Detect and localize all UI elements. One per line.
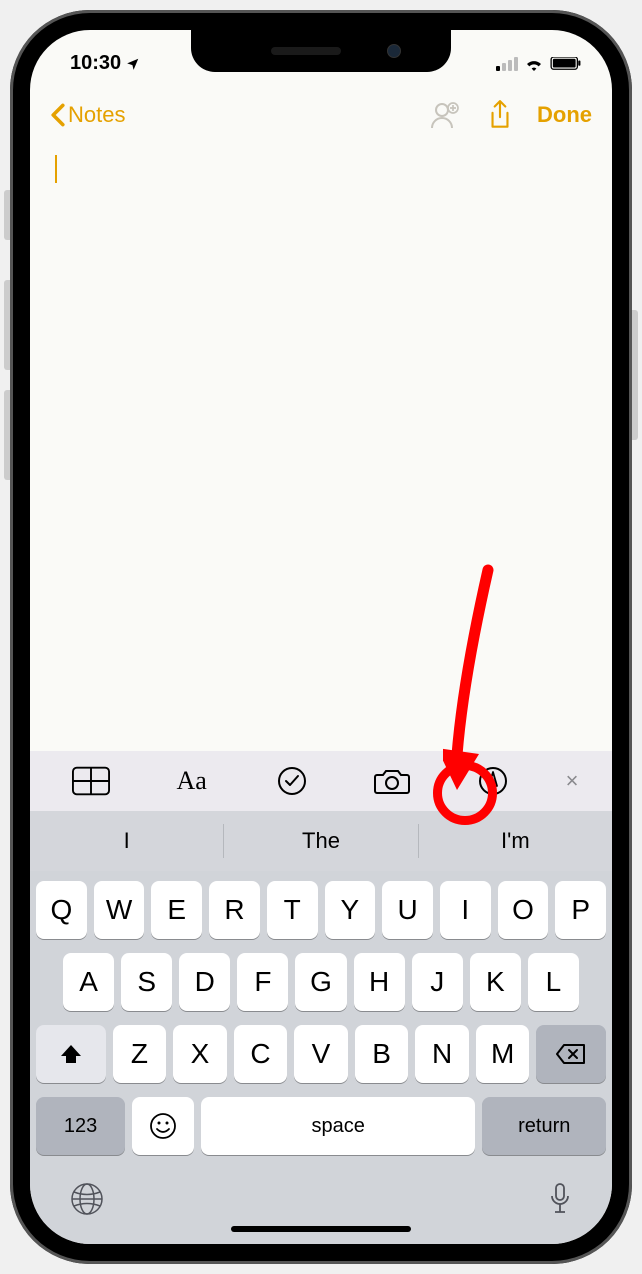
prediction-3[interactable]: I'm (419, 828, 612, 854)
text-format-button[interactable]: Aa (145, 766, 237, 796)
key-p[interactable]: P (555, 881, 606, 939)
key-return[interactable]: return (482, 1097, 606, 1155)
keyboard-row4: 123 space return (36, 1097, 606, 1155)
key-e[interactable]: E (151, 881, 202, 939)
table-button[interactable] (45, 766, 137, 796)
done-button[interactable]: Done (537, 102, 592, 128)
key-j[interactable]: J (412, 953, 463, 1011)
key-b[interactable]: B (355, 1025, 409, 1083)
notch (191, 30, 451, 72)
nav-bar: Notes Done (30, 85, 612, 145)
check-circle-icon (277, 766, 307, 796)
text-format-icon: Aa (176, 766, 206, 796)
home-indicator[interactable] (231, 1226, 411, 1232)
dictation-button[interactable] (548, 1182, 572, 1221)
key-g[interactable]: G (295, 953, 346, 1011)
keyboard-container: Aa × I The (30, 751, 612, 1244)
text-cursor (55, 155, 57, 183)
key-x[interactable]: X (173, 1025, 227, 1083)
prediction-2[interactable]: The (224, 828, 417, 854)
collaborate-button[interactable] (425, 96, 463, 134)
close-icon: × (566, 768, 579, 793)
key-emoji[interactable] (132, 1097, 194, 1155)
key-q[interactable]: Q (36, 881, 87, 939)
prediction-1[interactable]: I (30, 828, 223, 854)
mic-icon (548, 1182, 572, 1216)
key-o[interactable]: O (498, 881, 549, 939)
key-s[interactable]: S (121, 953, 172, 1011)
globe-icon (70, 1182, 104, 1216)
key-space[interactable]: space (201, 1097, 476, 1155)
keyboard-row1: Q W E R T Y U I O P (36, 881, 606, 939)
chevron-left-icon (50, 103, 66, 127)
key-i[interactable]: I (440, 881, 491, 939)
signal-icon (496, 57, 518, 71)
close-toolbar-button[interactable]: × (547, 768, 597, 794)
key-z[interactable]: Z (113, 1025, 167, 1083)
key-f[interactable]: F (237, 953, 288, 1011)
keyboard: Q W E R T Y U I O P A S D F G (30, 871, 612, 1169)
table-icon (72, 766, 110, 796)
note-editor[interactable] (30, 145, 612, 751)
keyboard-bottom-bar (30, 1169, 612, 1244)
markup-button[interactable] (447, 766, 539, 796)
key-shift[interactable] (36, 1025, 106, 1083)
camera-button[interactable] (346, 766, 438, 796)
key-l[interactable]: L (528, 953, 579, 1011)
back-button[interactable]: Notes (50, 102, 125, 128)
key-r[interactable]: R (209, 881, 260, 939)
wifi-icon (524, 57, 544, 71)
pen-circle-icon (478, 766, 508, 796)
key-k[interactable]: K (470, 953, 521, 1011)
key-numbers[interactable]: 123 (36, 1097, 125, 1155)
key-y[interactable]: Y (325, 881, 376, 939)
checklist-button[interactable] (246, 766, 338, 796)
share-button[interactable] (481, 96, 519, 134)
battery-icon (550, 57, 582, 71)
globe-button[interactable] (70, 1182, 104, 1221)
key-w[interactable]: W (94, 881, 145, 939)
key-n[interactable]: N (415, 1025, 469, 1083)
camera-icon (374, 766, 410, 796)
key-u[interactable]: U (382, 881, 433, 939)
key-v[interactable]: V (294, 1025, 348, 1083)
location-arrow-icon (126, 57, 140, 71)
predictions-bar: I The I'm (30, 811, 612, 871)
key-d[interactable]: D (179, 953, 230, 1011)
keyboard-row3: Z X C V B N M (36, 1025, 606, 1083)
share-icon (487, 99, 513, 131)
person-add-icon (428, 100, 460, 130)
backspace-icon (556, 1043, 586, 1065)
screen: 10:30 Notes (30, 30, 612, 1244)
key-c[interactable]: C (234, 1025, 288, 1083)
keyboard-row2: A S D F G H J K L (36, 953, 606, 1011)
key-a[interactable]: A (63, 953, 114, 1011)
back-label: Notes (68, 102, 125, 128)
shift-icon (59, 1042, 83, 1066)
key-delete[interactable] (536, 1025, 606, 1083)
key-m[interactable]: M (476, 1025, 530, 1083)
format-toolbar: Aa × (30, 751, 612, 811)
status-time: 10:30 (70, 52, 121, 75)
phone-frame: 10:30 Notes (10, 10, 632, 1264)
key-h[interactable]: H (354, 953, 405, 1011)
emoji-icon (149, 1112, 177, 1140)
key-t[interactable]: T (267, 881, 318, 939)
